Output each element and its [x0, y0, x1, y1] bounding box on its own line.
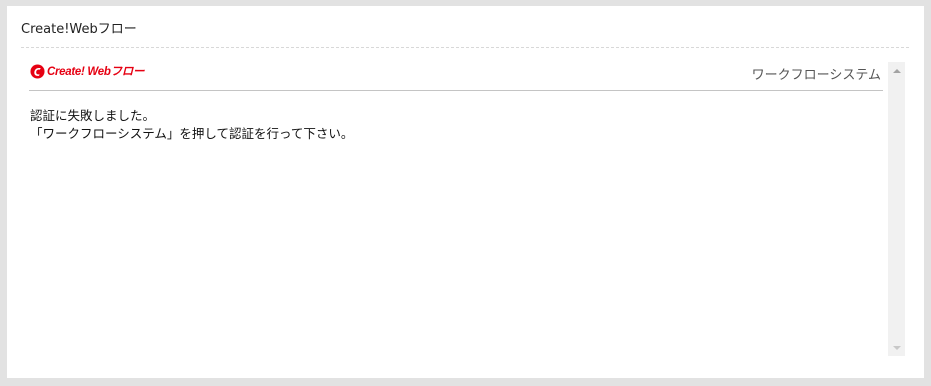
- title-divider: [21, 47, 909, 48]
- vertical-scrollbar[interactable]: [888, 62, 905, 356]
- scroll-up-button[interactable]: [888, 62, 905, 79]
- error-line-2: 「ワークフローシステム」を押して認証を行って下さい。: [30, 126, 354, 141]
- create-web-flow-logo-icon: [30, 63, 45, 79]
- workflow-system-link[interactable]: ワークフローシステム: [752, 64, 881, 83]
- portlet-panel: Create!Webフロー Create! Webフロー ワークフローシステム …: [7, 6, 924, 378]
- portlet-title: Create!Webフロー: [21, 22, 137, 37]
- scroll-down-button[interactable]: [888, 339, 905, 356]
- scroll-down-arrow-icon: [892, 345, 901, 350]
- frame-header: Create! Webフロー ワークフローシステム: [29, 56, 883, 91]
- embedded-frame: Create! Webフロー ワークフローシステム 認証に失敗しました。 「ワー…: [21, 56, 905, 356]
- create-web-flow-logo: Create! Webフロー: [30, 62, 145, 80]
- logo-wordmark: Create! Webフロー: [47, 66, 145, 78]
- auth-error-message: 認証に失敗しました。 「ワークフローシステム」を押して認証を行って下さい。: [30, 107, 353, 143]
- scroll-up-arrow-icon: [892, 68, 901, 73]
- error-line-1: 認証に失敗しました。: [30, 108, 156, 123]
